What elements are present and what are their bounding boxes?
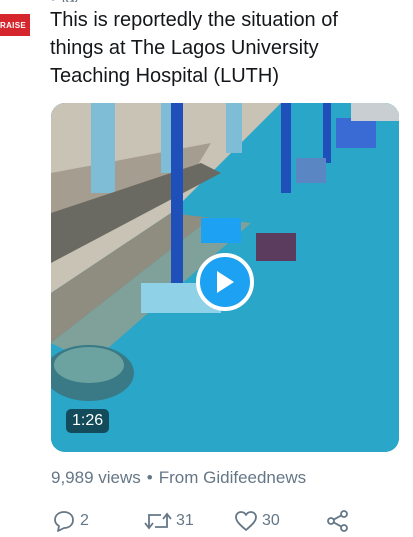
- like-count: 30: [262, 512, 280, 529]
- retweet-count: 31: [176, 512, 194, 529]
- share-button[interactable]: [325, 509, 351, 533]
- video-duration: 1:26: [66, 409, 110, 433]
- view-count: 9,989 views: [51, 468, 141, 487]
- share-icon: [327, 510, 348, 532]
- reply-count: 2: [80, 512, 89, 529]
- tweet-author-handle[interactable]: • @ . . . . . . . .: [50, 0, 410, 2]
- tweet-actions: 2 31 30: [51, 509, 371, 535]
- tweet-text-line: things at The Lagos University: [50, 37, 319, 59]
- tweet-text-line: This is reportedly the situation of: [50, 9, 338, 31]
- reply-icon: [54, 511, 74, 532]
- avatar-badge: RAISE: [0, 14, 30, 36]
- meta-separator: •: [146, 468, 153, 487]
- tweet-text-line: Teaching Hospital (LUTH): [50, 65, 279, 87]
- video-player[interactable]: 1:26: [51, 103, 399, 452]
- tweet-meta: 9,989 views • From Gidifeednews: [51, 468, 306, 488]
- like-button[interactable]: 30: [233, 509, 280, 533]
- play-icon: [217, 271, 234, 293]
- play-button[interactable]: [196, 253, 254, 311]
- retweet-icon: [144, 512, 172, 530]
- tweet-text: This is reportedly the situation of thin…: [50, 6, 400, 90]
- heart-icon: [235, 511, 257, 531]
- reply-button[interactable]: 2: [51, 509, 89, 533]
- retweet-button[interactable]: 31: [143, 509, 194, 533]
- avatar[interactable]: RAISE: [0, 12, 30, 40]
- video-source[interactable]: From Gidifeednews: [159, 468, 306, 487]
